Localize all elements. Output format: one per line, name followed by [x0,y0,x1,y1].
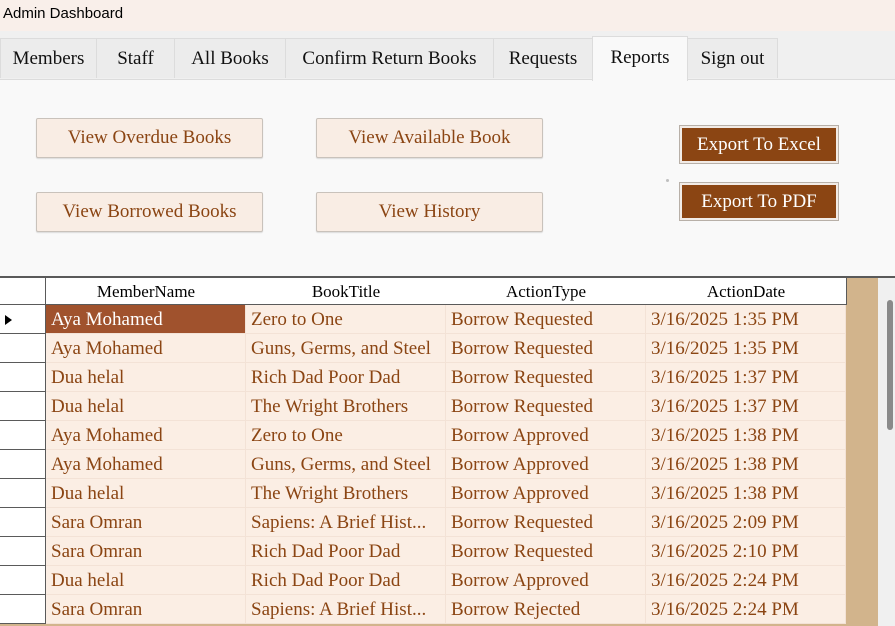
row-header[interactable] [0,595,46,624]
window-title: Admin Dashboard [3,5,124,22]
column-header-actiondate[interactable]: ActionDate [646,278,847,305]
cell-actiondate[interactable]: 3/16/2025 2:09 PM [646,508,846,537]
vertical-scrollbar-thumb[interactable] [887,300,893,430]
current-row-indicator-icon [5,315,12,325]
cell-booktitle[interactable]: Rich Dad Poor Dad [246,537,446,566]
cell-actiondate[interactable]: 3/16/2025 1:38 PM [646,421,846,450]
cell-membername[interactable]: Sara Omran [46,595,246,624]
grid-corner-header[interactable] [0,278,46,305]
column-header-actiontype[interactable]: ActionType [446,278,647,305]
tab-members[interactable]: Members [0,38,97,78]
view-history-button[interactable]: View History [316,192,543,232]
cell-membername[interactable]: Dua helal [46,479,246,508]
cell-actiontype[interactable]: Borrow Rejected [446,595,646,624]
cell-membername[interactable]: Dua helal [46,363,246,392]
cell-actiontype[interactable]: Borrow Requested [446,334,646,363]
tab-confirm-return-books[interactable]: Confirm Return Books [285,38,494,78]
table-row[interactable]: Aya Mohamed Zero to One Borrow Requested 3/… [0,305,846,334]
cell-membername[interactable]: Aya Mohamed [46,305,246,334]
view-borrowed-books-button[interactable]: View Borrowed Books [36,192,263,232]
cell-actiontype[interactable]: Borrow Requested [446,305,646,334]
table-row[interactable]: Aya Mohamed Guns, Germs, and Steel Borrow … [0,450,846,479]
cell-booktitle[interactable]: Zero to One [246,305,446,334]
table-row[interactable]: Sara Omran Rich Dad Poor Dad Borrow Reques… [0,537,846,566]
cell-actiontype[interactable]: Borrow Approved [446,566,646,595]
cell-actiontype[interactable]: Borrow Requested [446,537,646,566]
cell-actiondate[interactable]: 3/16/2025 1:37 PM [646,392,846,421]
cell-booktitle[interactable]: Sapiens: A Brief Hist... [246,595,446,624]
tab-strip: Members Staff All Books Confirm Return B… [0,31,895,81]
table-row[interactable]: Aya Mohamed Guns, Germs, and Steel Borrow … [0,334,846,363]
row-header[interactable] [0,566,46,595]
cell-actiondate[interactable]: 3/16/2025 1:37 PM [646,363,846,392]
row-header[interactable] [0,421,46,450]
cell-membername[interactable]: Sara Omran [46,508,246,537]
cell-actiondate[interactable]: 3/16/2025 1:38 PM [646,450,846,479]
cell-membername[interactable]: Aya Mohamed [46,450,246,479]
row-header[interactable] [0,508,46,537]
cell-booktitle[interactable]: Rich Dad Poor Dad [246,363,446,392]
table-row[interactable]: Dua helal Rich Dad Poor Dad Borrow Approve… [0,566,846,595]
row-header[interactable] [0,392,46,421]
cell-booktitle[interactable]: Zero to One [246,421,446,450]
row-header[interactable] [0,334,46,363]
cell-booktitle[interactable]: The Wright Brothers [246,479,446,508]
table-row[interactable]: Sara Omran Sapiens: A Brief Hist... Borrow… [0,508,846,537]
cell-actiondate[interactable]: 3/16/2025 1:35 PM [646,334,846,363]
cell-actiontype[interactable]: Borrow Approved [446,450,646,479]
row-header[interactable] [0,479,46,508]
table-row[interactable]: Dua helal The Wright Brothers Borrow Reque… [0,392,846,421]
cell-membername[interactable]: Aya Mohamed [46,334,246,363]
column-header-booktitle[interactable]: BookTitle [246,278,447,305]
cell-booktitle[interactable]: Guns, Germs, and Steel [246,450,446,479]
tab-reports[interactable]: Reports [592,36,688,81]
cell-booktitle[interactable]: Guns, Germs, and Steel [246,334,446,363]
tab-requests[interactable]: Requests [493,38,593,78]
cell-booktitle[interactable]: Sapiens: A Brief Hist... [246,508,446,537]
tab-all-books[interactable]: All Books [174,38,286,78]
cell-actiondate[interactable]: 3/16/2025 2:24 PM [646,595,846,624]
table-row[interactable]: Dua helal The Wright Brothers Borrow Appro… [0,479,846,508]
table-row[interactable]: Dua helal Rich Dad Poor Dad Borrow Request… [0,363,846,392]
history-data-grid[interactable]: MemberName BookTitle ActionType ActionDa… [0,276,895,626]
view-available-book-button[interactable]: View Available Book [316,118,543,158]
cell-actiondate[interactable]: 3/16/2025 2:10 PM [646,537,846,566]
cell-actiondate[interactable]: 3/16/2025 2:24 PM [646,566,846,595]
tab-sign-out[interactable]: Sign out [687,38,778,78]
row-header[interactable] [0,363,46,392]
row-header[interactable] [0,305,46,334]
cell-actiontype[interactable]: Borrow Requested [446,363,646,392]
cell-membername[interactable]: Dua helal [46,392,246,421]
separator-dot [666,179,669,182]
view-overdue-books-button[interactable]: View Overdue Books [36,118,263,158]
reports-panel: View Overdue Books View Available Book V… [0,79,895,277]
cell-actiondate[interactable]: 3/16/2025 1:35 PM [646,305,846,334]
cell-actiontype[interactable]: Borrow Requested [446,392,646,421]
cell-booktitle[interactable]: Rich Dad Poor Dad [246,566,446,595]
cell-actiontype[interactable]: Borrow Approved [446,421,646,450]
cell-membername[interactable]: Aya Mohamed [46,421,246,450]
title-bar: Admin Dashboard [0,0,895,31]
cell-actiondate[interactable]: 3/16/2025 1:38 PM [646,479,846,508]
cell-booktitle[interactable]: The Wright Brothers [246,392,446,421]
row-header[interactable] [0,450,46,479]
tab-staff[interactable]: Staff [96,38,175,78]
cell-membername[interactable]: Sara Omran [46,537,246,566]
column-header-membername[interactable]: MemberName [46,278,247,305]
cell-membername[interactable]: Dua helal [46,566,246,595]
export-to-pdf-button[interactable]: Export To PDF [679,182,839,221]
export-to-excel-button[interactable]: Export To Excel [679,125,839,164]
table-row[interactable]: Aya Mohamed Zero to One Borrow Approved 3/1… [0,421,846,450]
row-header[interactable] [0,537,46,566]
cell-actiontype[interactable]: Borrow Requested [446,508,646,537]
table-row[interactable]: Sara Omran Sapiens: A Brief Hist... Borrow… [0,595,846,624]
cell-actiontype[interactable]: Borrow Approved [446,479,646,508]
